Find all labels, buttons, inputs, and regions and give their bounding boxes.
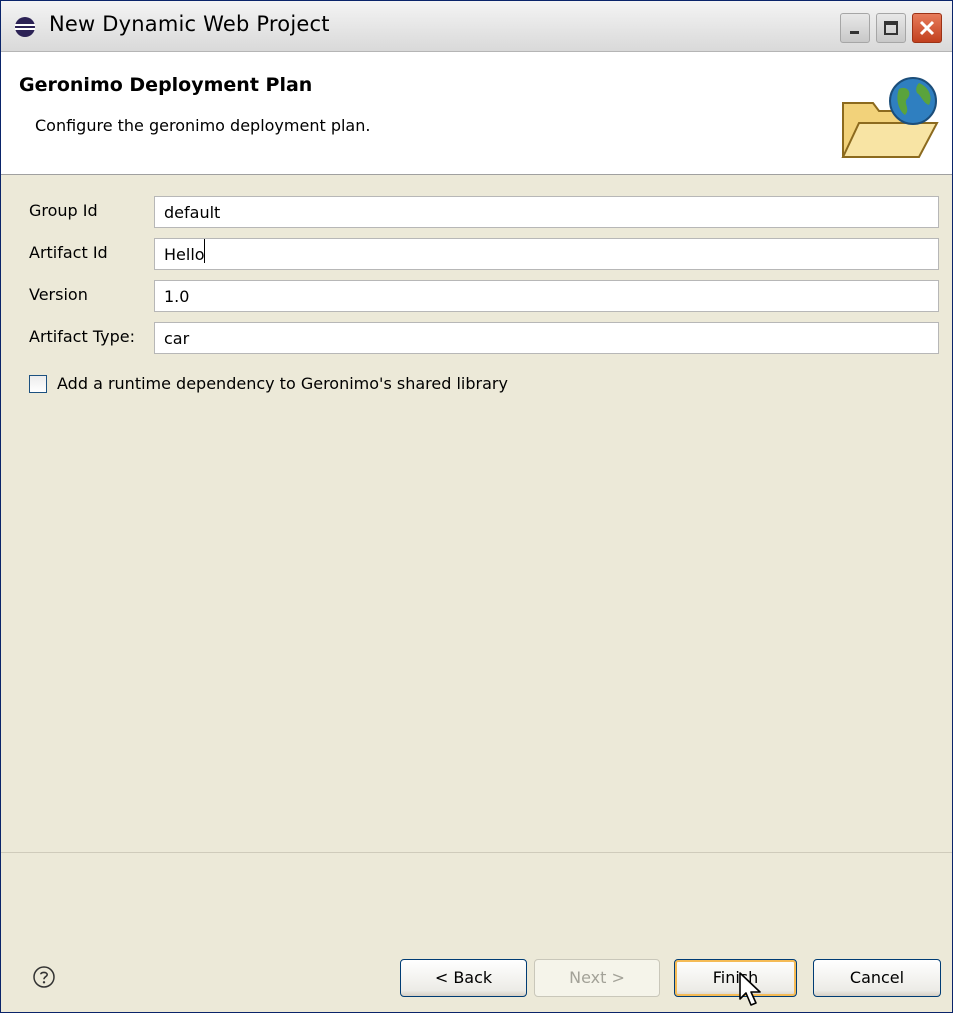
window-title: New Dynamic Web Project — [49, 12, 330, 36]
maximize-button[interactable] — [876, 13, 906, 43]
version-label: Version — [29, 285, 88, 304]
shared-library-checkbox[interactable] — [29, 375, 47, 393]
artifact-type-field[interactable] — [154, 322, 939, 354]
footer-separator — [1, 852, 952, 853]
minimize-icon — [850, 31, 859, 34]
group-id-field[interactable] — [154, 196, 939, 228]
shared-library-label[interactable]: Add a runtime dependency to Geronimo's s… — [57, 374, 508, 393]
artifact-id-field[interactable] — [154, 238, 939, 270]
next-button[interactable]: Next > — [534, 959, 660, 997]
close-icon — [919, 20, 935, 36]
page-title: Geronimo Deployment Plan — [19, 74, 313, 96]
wizard-content — [1, 175, 952, 852]
folder-globe-icon — [841, 77, 939, 158]
artifact-type-label: Artifact Type: — [29, 327, 135, 346]
group-id-label: Group Id — [29, 201, 98, 220]
mouse-pointer-icon — [739, 972, 761, 1006]
eclipse-icon — [15, 17, 35, 37]
maximize-icon — [884, 21, 898, 35]
version-field[interactable] — [154, 280, 939, 312]
back-button[interactable]: < Back — [400, 959, 527, 997]
title-bar: New Dynamic Web Project — [1, 1, 952, 52]
page-description: Configure the geronimo deployment plan. — [35, 116, 371, 135]
minimize-button[interactable] — [840, 13, 870, 43]
help-icon[interactable] — [32, 965, 56, 989]
finish-button[interactable]: Finish — [674, 959, 797, 997]
artifact-id-label: Artifact Id — [29, 243, 108, 262]
text-caret — [204, 239, 205, 263]
cancel-button[interactable]: Cancel — [813, 959, 941, 997]
close-button[interactable] — [912, 13, 942, 43]
wizard-header — [1, 52, 952, 175]
new-dynamic-web-project-dialog: New Dynamic Web Project Geronimo Deploym… — [0, 0, 953, 1013]
